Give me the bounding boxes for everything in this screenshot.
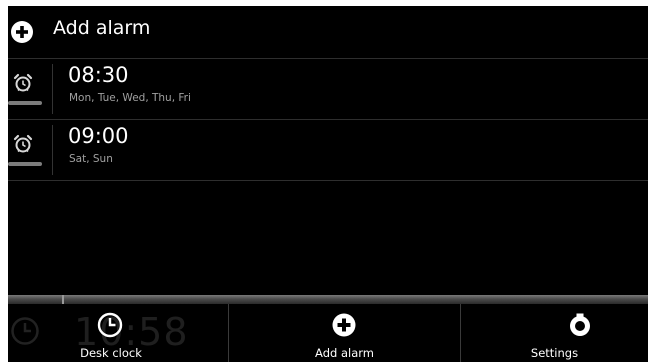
divider — [8, 180, 648, 181]
alarm-time: 09:00 — [68, 124, 129, 148]
alarm-days: Mon, Tue, Wed, Thu, Fri — [69, 92, 191, 104]
plus-circle-icon — [332, 313, 356, 337]
add-alarm-label: Add alarm — [315, 346, 374, 360]
alarm-days: Sat, Sun — [69, 153, 113, 165]
panel-divider — [8, 295, 648, 304]
row-separator — [52, 64, 53, 114]
alarm-toggle[interactable] — [8, 59, 48, 119]
alarm-clock-icon — [13, 134, 33, 153]
alarm-enabled-indicator — [8, 101, 42, 105]
alarm-toggle[interactable] — [8, 120, 48, 180]
desk-clock-button[interactable]: Desk clock — [8, 304, 228, 362]
panel-divider-knot — [62, 295, 64, 304]
add-alarm-header[interactable]: Add alarm — [8, 6, 648, 58]
settings-label: Settings — [530, 346, 579, 360]
row-separator — [52, 125, 53, 175]
desk-clock-label: Desk clock — [80, 346, 142, 360]
plus-circle-icon — [11, 21, 33, 43]
clock-icon — [97, 312, 123, 338]
alarm-row[interactable]: 08:30 Mon, Tue, Wed, Thu, Fri — [8, 59, 648, 119]
alarm-time: 08:30 — [68, 63, 129, 87]
alarm-clock-icon — [13, 73, 33, 92]
alarm-screen: Add alarm 08:30 Mon, Tue, Wed, Thu, Fri — [8, 6, 648, 362]
settings-button[interactable]: Settings — [461, 304, 648, 362]
add-alarm-button[interactable]: Add alarm — [229, 304, 460, 362]
bottom-bar: Desk clock Add alarm Settings — [8, 304, 648, 362]
alarm-enabled-indicator — [8, 162, 42, 166]
header-title: Add alarm — [53, 17, 151, 39]
settings-icon — [570, 313, 590, 336]
alarm-row[interactable]: 09:00 Sat, Sun — [8, 120, 648, 180]
